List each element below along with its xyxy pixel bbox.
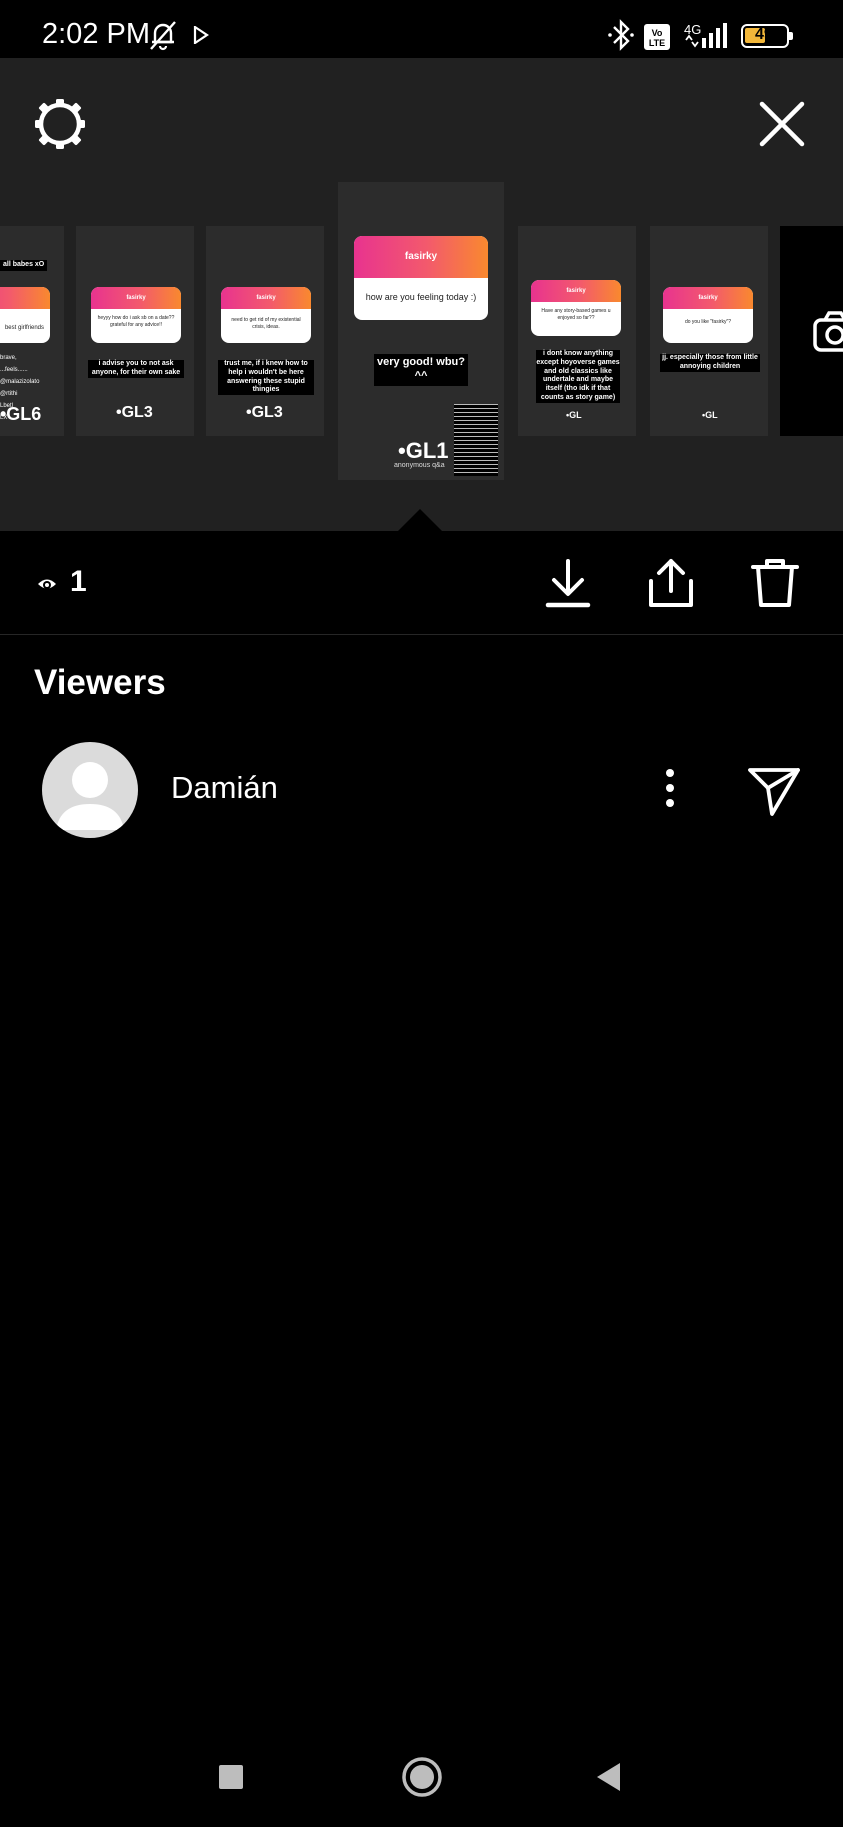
thumbnail-mark: •GL [702, 410, 718, 420]
battery-icon: 49 [741, 24, 793, 48]
question-card: fasirky do you like "fasirky"? [663, 287, 753, 343]
story-thumbnail[interactable]: fasirky heyyy how do i ask sb on a date?… [76, 226, 194, 436]
thumbnail-caption: very good! wbu? ^^ [374, 354, 468, 386]
thumbnail-caption: trust me, if i knew how to help i wouldn… [218, 360, 314, 395]
back-button[interactable] [594, 1761, 624, 1793]
thumbnail-caption: jj. especially those from little annoyin… [660, 354, 760, 372]
more-options-icon[interactable] [650, 760, 690, 816]
status-time: 2:02 PM [42, 18, 150, 50]
notifications-muted-icon [150, 21, 176, 51]
thumbnail-caption: i advise you to not ask anyone, for thei… [88, 360, 184, 378]
viewer-name[interactable]: Damián [171, 770, 278, 806]
question-card: fasirky Have any story-based games u enj… [531, 280, 621, 336]
thumbnail-mark: •GL3 [246, 404, 283, 421]
story-thumbnail[interactable]: all babes xO best girlfriends brave, ...f… [0, 226, 64, 436]
trash-icon[interactable] [747, 555, 803, 611]
bluetooth-icon [608, 19, 634, 51]
story-thumbnail-selected[interactable]: fasirky how are you feeling today :) ver… [338, 182, 504, 480]
thumbnail-mark: •GL1 [398, 438, 449, 463]
thumbnail-subtext: anonymous q&a [394, 462, 445, 469]
story-thumbnail[interactable]: fasirky Have any story-based games u enj… [518, 226, 636, 436]
selected-indicator-arrow [396, 509, 444, 533]
add-story-tile[interactable] [780, 226, 843, 436]
volte-icon: Vo LTE [644, 24, 670, 50]
viewers-eye-icon [38, 579, 56, 589]
thumbnail-mark: •GL3 [116, 404, 153, 421]
settings-gear-icon[interactable] [30, 94, 90, 154]
battery-level: 49 [755, 26, 773, 43]
story-preview-panel: all babes xO best girlfriends brave, ...f… [0, 58, 843, 533]
send-message-icon[interactable] [746, 762, 802, 818]
camera-icon [813, 311, 843, 352]
thumbnail-caption: i dont know anything except hoyoverse ga… [536, 350, 620, 403]
thumbnail-caption: all babes xO [0, 260, 48, 271]
question-card: fasirky how are you feeling today :) [354, 236, 488, 320]
story-thumbnail[interactable]: fasirky need to get rid of my existentia… [206, 226, 324, 436]
view-count[interactable]: 1 [70, 565, 87, 599]
question-card: best girlfriends [0, 287, 50, 343]
home-button[interactable] [401, 1756, 443, 1798]
play-store-icon [193, 26, 209, 44]
story-thumbnail[interactable]: fasirky do you like "fasirky"? jj. espec… [650, 226, 768, 436]
question-card: fasirky heyyy how do i ask sb on a date?… [91, 287, 181, 343]
viewers-heading: Viewers [34, 663, 166, 702]
default-avatar-icon [56, 762, 124, 830]
avatar[interactable] [42, 742, 138, 838]
question-card: fasirky need to get rid of my existentia… [221, 287, 311, 343]
share-icon[interactable] [643, 555, 699, 611]
thumbnail-mark: •GL [566, 410, 582, 420]
download-icon[interactable] [540, 555, 596, 611]
viewer-row[interactable]: Damián [0, 738, 843, 842]
recent-apps-button[interactable] [219, 1765, 243, 1789]
thumbnail-mark: •GL6 [0, 404, 42, 424]
story-action-bar: 1 [0, 531, 843, 635]
close-x-icon[interactable] [752, 94, 812, 154]
signal-icon [685, 23, 727, 48]
status-bar: 2:02 PM Vo LTE 4G 49 [0, 0, 843, 58]
